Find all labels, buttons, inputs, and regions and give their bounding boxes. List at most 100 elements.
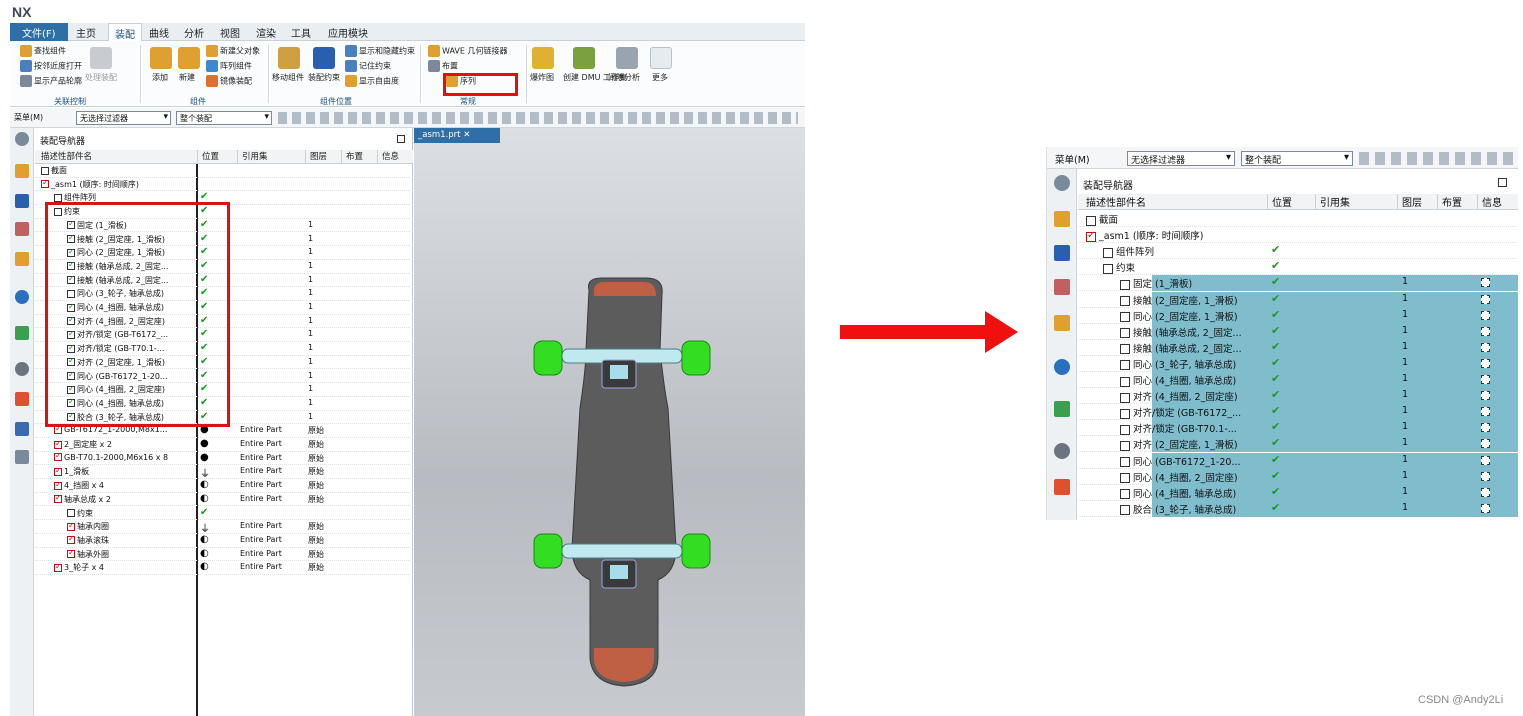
viewport-tab[interactable]: _asm1.prt ✕ [414, 128, 500, 143]
tree-row[interactable]: 胶合 (3_轮子, 轴承总成) ✔ 1 [1078, 500, 1518, 517]
column-header-layer[interactable]: 图层 [305, 150, 341, 164]
part-navigator-icon[interactable] [1054, 279, 1070, 295]
history-icon[interactable] [15, 326, 29, 340]
roles-icon[interactable] [15, 422, 29, 436]
tab-render[interactable]: 渲染 [256, 25, 276, 40]
show-product-outline-button[interactable]: 显示产品轮廓 [20, 75, 82, 87]
more-button[interactable]: 更多 [652, 72, 668, 83]
visibility-checkbox[interactable] [54, 562, 62, 572]
clock-icon[interactable] [1054, 443, 1070, 459]
menu-button[interactable]: 菜单(M) [14, 112, 43, 123]
visibility-checkbox[interactable] [1120, 473, 1130, 484]
column-header-name[interactable]: 描述性部件名 [35, 150, 197, 164]
visibility-checkbox[interactable] [1120, 392, 1130, 403]
scope-dropdown[interactable]: 整个装配 [176, 111, 272, 125]
tab-home[interactable]: 主页 [76, 25, 96, 40]
clock-icon[interactable] [15, 362, 29, 376]
column-header-arrangement[interactable]: 布置 [341, 150, 377, 164]
visibility-checkbox[interactable] [54, 466, 62, 476]
tree-row[interactable]: 3_轮子 x 4 ◐ Entire Part 原始 [35, 561, 413, 575]
visibility-checkbox[interactable] [54, 480, 62, 490]
visibility-checkbox[interactable] [1120, 296, 1130, 306]
column-header-name[interactable]: 描述性部件名 [1078, 194, 1267, 210]
info-icon[interactable] [1481, 391, 1490, 401]
visibility-checkbox[interactable] [54, 451, 62, 462]
visibility-checkbox[interactable] [41, 166, 49, 175]
snap-toolbar-icons[interactable] [1359, 152, 1514, 165]
tab-assembly[interactable]: 装配 [108, 23, 142, 42]
column-header-position[interactable]: 位置 [1267, 194, 1315, 210]
tree-row[interactable]: GB-T70.1-2000,M6x16 x 8 ● Entire Part 原始 [35, 451, 413, 466]
info-icon[interactable] [1481, 471, 1490, 481]
tree-row[interactable]: 轴承外圈 ◐ Entire Part 原始 [35, 548, 413, 562]
tree-row[interactable]: 接触 (轴承总成, 2_固定... ✔ 1 [1078, 339, 1518, 356]
visibility-checkbox[interactable] [1120, 424, 1130, 435]
add-component-button[interactable]: 添加 [152, 72, 168, 83]
info-icon[interactable] [1481, 310, 1490, 320]
info-icon[interactable] [1481, 375, 1490, 384]
constraint-navigator-icon[interactable] [15, 194, 29, 208]
column-header-arrangement[interactable]: 布置 [1437, 194, 1477, 210]
info-icon[interactable] [1481, 503, 1490, 513]
info-icon[interactable] [1481, 423, 1490, 433]
tree-row[interactable]: 截面 [35, 164, 413, 178]
tree-row[interactable]: 接触 (2_固定座, 1_滑板) ✔ 1 [1078, 291, 1518, 308]
column-header-info[interactable]: 信息 [377, 150, 413, 164]
tree-row[interactable]: 同心 (2_固定座, 1_滑板) ✔ 1 [1078, 307, 1518, 324]
tree-row[interactable]: 对齐 (2_固定座, 1_滑板) ✔ 1 [1078, 436, 1518, 453]
remember-constraint-button[interactable]: 记住约束 [345, 60, 391, 72]
reuse-library-icon[interactable] [15, 252, 29, 266]
assembly-constraint-button[interactable]: 装配约束 [308, 72, 340, 83]
layout-button[interactable]: 布置 [428, 60, 458, 72]
wave-linker-button[interactable]: WAVE 几何链接器 [428, 45, 508, 57]
visibility-checkbox[interactable] [67, 534, 75, 545]
visibility-checkbox[interactable] [1120, 457, 1130, 467]
tab-curve[interactable]: 曲线 [149, 25, 169, 40]
reuse-library-icon[interactable] [1054, 315, 1070, 331]
tab-view[interactable]: 视图 [220, 25, 240, 40]
process-studio-icon[interactable] [15, 450, 29, 464]
tree-row[interactable]: 2_固定座 x 2 ● Entire Part 原始 [35, 438, 413, 452]
system-material-icon[interactable] [15, 392, 29, 406]
tree-row[interactable]: 同心 (4_挡圈, 轴承总成) ✔ 1 [1078, 372, 1518, 388]
column-header-reference-set[interactable]: 引用集 [1315, 194, 1397, 210]
tree-row[interactable]: 同心 (4_挡圈, 2_固定座) ✔ 1 [1078, 468, 1518, 485]
mirror-assembly-button[interactable]: 镜像装配 [206, 75, 252, 87]
info-icon[interactable] [1481, 487, 1490, 497]
assembly-navigator-icon[interactable] [1054, 211, 1070, 227]
tree-row[interactable]: 组件阵列 ✔ [1078, 243, 1518, 260]
info-icon[interactable] [1481, 455, 1490, 465]
part-navigator-icon[interactable] [15, 222, 29, 236]
visibility-checkbox[interactable] [54, 493, 62, 504]
tree-row[interactable]: 约束 ✔ [35, 507, 413, 521]
visibility-checkbox[interactable] [1120, 440, 1130, 451]
snap-toolbar-icons[interactable] [278, 112, 798, 124]
gear-icon[interactable] [15, 132, 29, 146]
visibility-checkbox[interactable] [1120, 312, 1130, 323]
tree-row[interactable]: 同心 (GB-T6172_1-20... ✔ 1 [1078, 452, 1518, 469]
web-browser-icon[interactable] [1054, 359, 1070, 375]
visibility-checkbox[interactable] [1086, 215, 1096, 226]
visibility-checkbox[interactable] [1103, 263, 1113, 274]
visibility-checkbox[interactable] [1086, 230, 1096, 242]
visibility-checkbox[interactable] [1120, 328, 1130, 339]
visibility-checkbox[interactable] [67, 521, 75, 531]
info-icon[interactable] [1481, 326, 1490, 336]
visibility-checkbox[interactable] [67, 548, 75, 559]
column-header-reference-set[interactable]: 引用集 [237, 150, 305, 164]
tree-row[interactable]: 轴承滚珠 ◐ Entire Part 原始 [35, 534, 413, 548]
tab-tools[interactable]: 工具 [291, 25, 311, 40]
visibility-checkbox[interactable] [41, 178, 49, 189]
visibility-checkbox[interactable] [1103, 247, 1113, 258]
tab-file[interactable]: 文件(F) [10, 23, 68, 41]
tree-row[interactable]: 4_挡圈 x 4 ◐ Entire Part 原始 [35, 479, 413, 493]
visibility-checkbox[interactable] [1120, 344, 1130, 355]
type-filter-dropdown[interactable]: 无选择过滤器 [76, 111, 171, 125]
column-header-position[interactable]: 位置 [197, 150, 237, 164]
info-icon[interactable] [1481, 342, 1490, 352]
tree-row[interactable]: 对齐/锁定 (GB-T6172_... ✔ 1 [1078, 404, 1518, 421]
tree-row[interactable]: 轴承总成 x 2 ◐ Entire Part 原始 [35, 493, 413, 507]
visibility-checkbox[interactable] [1120, 489, 1130, 500]
tree-row[interactable]: 同心 (3_轮子, 轴承总成) ✔ 1 [1078, 355, 1518, 372]
tree-row[interactable]: 固定 (1_滑板) ✔ 1 [1078, 275, 1518, 292]
